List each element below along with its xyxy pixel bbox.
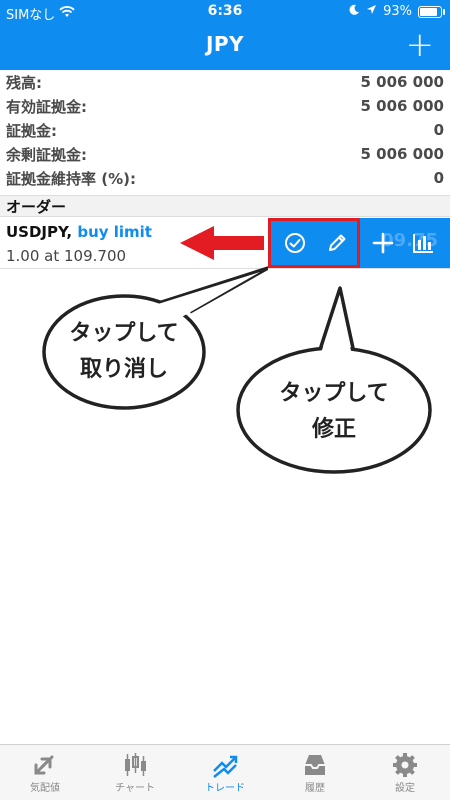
battery-percent: 93% xyxy=(383,4,412,19)
tab-settings[interactable]: 設定 xyxy=(360,745,450,800)
summary-value: 0 xyxy=(433,169,444,187)
trade-icon xyxy=(210,751,240,779)
tab-label: 履歴 xyxy=(305,783,325,794)
tab-history[interactable]: 履歴 xyxy=(270,745,360,800)
order-symbol-name: USDJPY, xyxy=(6,223,73,241)
status-right: 93% xyxy=(349,4,445,19)
tab-label: 設定 xyxy=(395,783,415,794)
left-arrow-icon xyxy=(180,226,264,260)
summary-value: 0 xyxy=(433,121,444,139)
summary-label: 余剰証拠金: xyxy=(6,145,87,164)
order-symbol: USDJPY, buy limit xyxy=(6,223,152,241)
tab-label: トレード xyxy=(205,783,245,794)
summary-value: 5 006 000 xyxy=(360,97,444,115)
summary-label: 証拠金: xyxy=(6,121,57,140)
add-button[interactable]: + xyxy=(406,28,435,62)
modify-hint-bubble: タップして 修正 xyxy=(234,286,434,476)
summary-label: 有効証拠金: xyxy=(6,97,87,116)
tab-label: 気配値 xyxy=(30,783,60,794)
summary-row-balance: 残高: 5 006 000 xyxy=(0,70,450,94)
highlight-box xyxy=(268,218,360,268)
summary-row-margin: 証拠金: 0 xyxy=(0,118,450,142)
chart-bars-icon[interactable] xyxy=(410,230,436,256)
app-header: SIMなし 6:36 93% JPY + xyxy=(0,0,450,70)
summary-label: 証拠金維持率 (%): xyxy=(6,169,136,188)
summary-row-margin-level: 証拠金維持率 (%): 0 xyxy=(0,166,450,190)
order-info: USDJPY, buy limit 1.00 at 109.700 xyxy=(6,223,152,265)
battery-icon xyxy=(418,5,445,18)
summary-value: 5 006 000 xyxy=(360,145,444,163)
new-order-icon[interactable] xyxy=(370,230,396,256)
history-icon xyxy=(300,751,330,779)
quotes-icon xyxy=(30,751,60,779)
account-summary: 残高: 5 006 000 有効証拠金: 5 006 000 証拠金: 0 余剰… xyxy=(0,70,450,190)
bottom-tab-bar: 気配値 チャート トレード 履歴 設定 xyxy=(0,744,450,800)
cancel-hint-line1: タップして xyxy=(69,321,179,346)
tab-trade[interactable]: トレード xyxy=(180,745,270,800)
tab-chart[interactable]: チャート xyxy=(90,745,180,800)
location-icon xyxy=(366,4,377,19)
tab-quotes[interactable]: 気配値 xyxy=(0,745,90,800)
chart-icon xyxy=(120,751,150,779)
modify-hint-line1: タップして xyxy=(279,381,389,406)
summary-label: 残高: xyxy=(6,73,42,92)
summary-value: 5 006 000 xyxy=(360,73,444,91)
modify-hint-line2: 修正 xyxy=(311,417,356,442)
moon-icon xyxy=(349,4,360,19)
settings-icon xyxy=(390,751,420,779)
page-title: JPY xyxy=(205,32,245,56)
tab-label: チャート xyxy=(115,783,155,794)
cancel-hint-line2: 取り消し xyxy=(79,357,168,382)
order-type: buy limit xyxy=(77,223,152,241)
summary-row-equity: 有効証拠金: 5 006 000 xyxy=(0,94,450,118)
summary-row-free-margin: 余剰証拠金: 5 006 000 xyxy=(0,142,450,166)
battery-level xyxy=(420,7,437,16)
status-bar: SIMなし 6:36 93% xyxy=(0,0,450,23)
orders-section-header: オーダー xyxy=(0,195,450,217)
